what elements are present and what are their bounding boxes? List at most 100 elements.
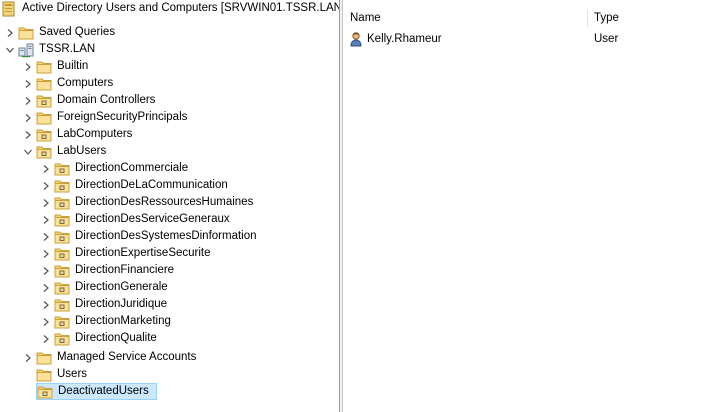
tree-item-domain-controllers[interactable]: Domain Controllers xyxy=(20,92,158,109)
chevron-right-icon[interactable] xyxy=(38,245,54,262)
folder-icon xyxy=(36,110,52,126)
chevron-right-icon[interactable] xyxy=(20,75,36,92)
ou-icon xyxy=(54,280,70,296)
tree-item-label: Computers xyxy=(57,77,114,89)
ou-icon xyxy=(54,331,70,347)
tree-item-computers[interactable]: Computers xyxy=(20,75,116,92)
chevron-down-icon[interactable] xyxy=(2,41,18,58)
ou-icon xyxy=(54,246,70,262)
ou-icon xyxy=(54,195,70,211)
tree-item-label: DeactivatedUsers xyxy=(58,385,149,397)
chevron-right-icon[interactable] xyxy=(20,126,36,143)
ou-icon xyxy=(54,229,70,245)
tree-item-label: DirectionDesServiceGeneraux xyxy=(75,213,230,225)
tree-item-label: LabComputers xyxy=(57,128,133,140)
ou-icon xyxy=(54,178,70,194)
expander-placeholder xyxy=(20,383,36,400)
chevron-right-icon[interactable] xyxy=(38,228,54,245)
tree-item-label: DirectionExpertiseSecurite xyxy=(75,247,211,259)
tree-item-saved-queries[interactable]: Saved Queries xyxy=(2,24,118,41)
ou-icon xyxy=(54,161,70,177)
chevron-right-icon[interactable] xyxy=(38,177,54,194)
console-tree[interactable]: Active Directory Users and Computers [SR… xyxy=(0,0,339,412)
tree-item-lab-users[interactable]: LabUsers xyxy=(20,143,109,160)
tree-item-label: DirectionGenerale xyxy=(75,281,168,293)
folder-icon xyxy=(36,350,52,366)
tree-item-direction-juridique[interactable]: DirectionJuridique xyxy=(38,296,170,313)
chevron-right-icon[interactable] xyxy=(2,24,18,41)
chevron-right-icon[interactable] xyxy=(38,194,54,211)
tree-item-lab-computers[interactable]: LabComputers xyxy=(20,126,135,143)
tree-item-foreign-security-principals[interactable]: ForeignSecurityPrincipals xyxy=(20,109,190,126)
ou-icon xyxy=(36,144,52,160)
tree-item-label: LabUsers xyxy=(57,145,107,157)
tree-item-label: DirectionCommerciale xyxy=(75,162,189,174)
chevron-right-icon[interactable] xyxy=(38,279,54,296)
tree-item-label: Managed Service Accounts xyxy=(57,351,197,363)
tree-item-domain[interactable]: TSSR.LAN xyxy=(2,41,98,58)
chevron-right-icon[interactable] xyxy=(20,109,36,126)
chevron-right-icon[interactable] xyxy=(38,330,54,347)
folder-icon xyxy=(18,25,34,41)
chevron-right-icon[interactable] xyxy=(20,58,36,75)
tree-item-label: DirectionDesSystemesDinformation xyxy=(75,230,257,242)
chevron-right-icon[interactable] xyxy=(38,262,54,279)
folder-icon xyxy=(36,367,52,383)
details-list[interactable]: Name Type Kelly.Rhameur User xyxy=(343,0,728,412)
chevron-right-icon[interactable] xyxy=(38,296,54,313)
chevron-right-icon[interactable] xyxy=(38,313,54,330)
tree-item-label: TSSR.LAN xyxy=(39,43,96,55)
tree-item-direction-qualite[interactable]: DirectionQualite xyxy=(38,330,160,347)
tree-item-managed-service-accounts[interactable]: Managed Service Accounts xyxy=(20,349,199,366)
tree-item-direction-financiere[interactable]: DirectionFinanciere xyxy=(38,262,177,279)
tree-item-label: Saved Queries xyxy=(39,26,116,38)
cell-type: User xyxy=(594,33,619,45)
tree-item-users[interactable]: Users xyxy=(20,366,90,383)
tree-item-label: DirectionMarketing xyxy=(75,315,171,327)
tree-item-label: DirectionJuridique xyxy=(75,298,168,310)
chevron-down-icon[interactable] xyxy=(20,143,36,160)
folder-icon xyxy=(36,76,52,92)
tree-item-label: DirectionDeLaCommunication xyxy=(75,179,228,191)
tree-root[interactable]: Active Directory Users and Computers [SR… xyxy=(1,0,339,17)
list-header: Name Type xyxy=(343,8,728,28)
aduc-window: Active Directory Users and Computers [SR… xyxy=(0,0,728,412)
chevron-right-icon[interactable] xyxy=(20,92,36,109)
column-header-name[interactable]: Name xyxy=(350,8,381,28)
selection-highlight: DeactivatedUsers xyxy=(36,383,157,400)
tree-item-direction-expertise-securite[interactable]: DirectionExpertiseSecurite xyxy=(38,245,214,262)
column-divider[interactable] xyxy=(587,10,588,28)
tree-item-label: Domain Controllers xyxy=(57,94,156,106)
ou-icon xyxy=(36,127,52,143)
tree-item-direction-commerciale[interactable]: DirectionCommerciale xyxy=(38,160,191,177)
user-name: Kelly.Rhameur xyxy=(367,33,442,45)
chevron-right-icon[interactable] xyxy=(38,211,54,228)
tree-item-deactivated-users[interactable]: DeactivatedUsers xyxy=(20,383,157,400)
ou-icon xyxy=(36,93,52,109)
tree-item-direction-rh[interactable]: DirectionDesRessourcesHumaines xyxy=(38,194,256,211)
ou-icon xyxy=(37,384,53,400)
list-item[interactable]: Kelly.Rhameur User xyxy=(343,29,728,49)
tree-item-label: DirectionFinanciere xyxy=(75,264,175,276)
column-header-type[interactable]: Type xyxy=(594,8,619,28)
ou-icon xyxy=(54,263,70,279)
folder-icon xyxy=(36,59,52,75)
tree-item-label: DirectionDesRessourcesHumaines xyxy=(75,196,254,208)
ou-icon xyxy=(54,297,70,313)
tree-item-label: DirectionQualite xyxy=(75,332,157,344)
chevron-right-icon[interactable] xyxy=(38,160,54,177)
tree-item-direction-si[interactable]: DirectionDesSystemesDinformation xyxy=(38,228,260,245)
tree-item-builtin[interactable]: Builtin xyxy=(20,58,91,75)
tree-item-label: ForeignSecurityPrincipals xyxy=(57,111,188,123)
cell-name: Kelly.Rhameur xyxy=(348,29,442,49)
tree-item-direction-services-generaux[interactable]: DirectionDesServiceGeneraux xyxy=(38,211,233,228)
domain-icon xyxy=(18,42,34,58)
tree-item-label: Builtin xyxy=(57,60,89,72)
tree-item-label: Users xyxy=(57,368,88,380)
user-icon xyxy=(348,31,364,47)
expander-placeholder xyxy=(20,366,36,383)
tree-item-direction-generale[interactable]: DirectionGenerale xyxy=(38,279,171,296)
chevron-right-icon[interactable] xyxy=(20,349,36,366)
tree-item-direction-marketing[interactable]: DirectionMarketing xyxy=(38,313,174,330)
tree-item-direction-communication[interactable]: DirectionDeLaCommunication xyxy=(38,177,231,194)
